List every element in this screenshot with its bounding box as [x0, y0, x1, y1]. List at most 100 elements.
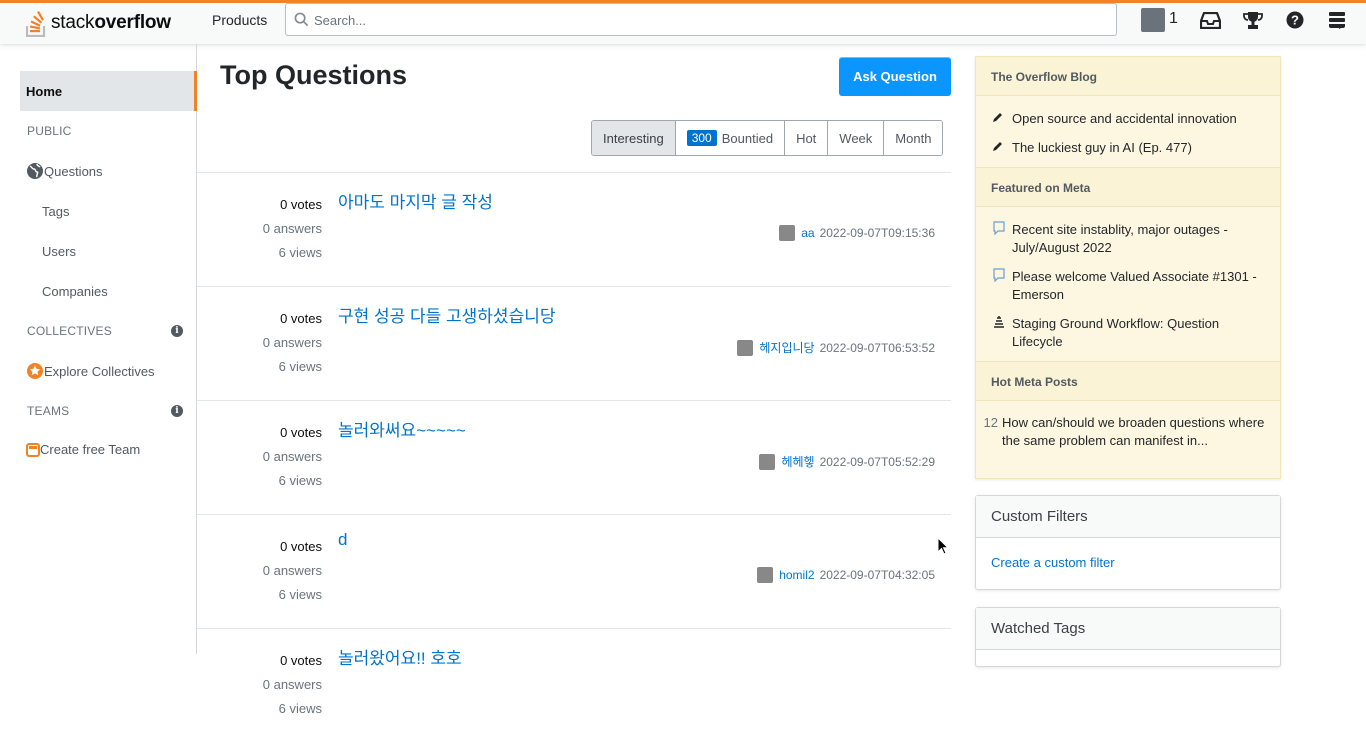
stack-exchange-meta-icon	[992, 315, 1012, 350]
question-stats: 0 votes 0 answers 6 views	[197, 649, 322, 721]
meta-item-link[interactable]: Staging Ground Workflow: Question Lifecy…	[1012, 315, 1267, 350]
nav-questions-label: Questions	[44, 163, 103, 179]
user-link[interactable]: homil2	[779, 568, 814, 582]
meta-item[interactable]: Staging Ground Workflow: Question Lifecy…	[992, 315, 1267, 350]
filter-month[interactable]: Month	[883, 121, 943, 155]
nav-explore-collectives-label: Explore Collectives	[44, 363, 155, 379]
question-filter-tabs: Interesting 300 Bountied Hot Week Month	[591, 120, 944, 156]
user-link[interactable]: 헤지입니당	[759, 339, 814, 356]
reputation-count[interactable]: 1	[1169, 10, 1178, 28]
teams-icon	[26, 442, 40, 457]
question-timestamp: 2022-09-07T04:32:05	[819, 568, 935, 582]
search-box[interactable]	[285, 3, 1117, 36]
question-timestamp: 2022-09-07T05:52:29	[819, 454, 935, 469]
meta-header: Featured on Meta	[976, 167, 1280, 207]
question-row: 0 votes 0 answers 6 views 구현 성공 다들 고생하셨습…	[197, 286, 951, 400]
help-icon[interactable]: ?	[1284, 9, 1306, 31]
blog-item-link[interactable]: The luckiest guy in AI (Ep. 477)	[1012, 139, 1192, 157]
filter-hot[interactable]: Hot	[784, 121, 828, 155]
hot-meta-link[interactable]: How can/should we broaden questions wher…	[1002, 414, 1267, 449]
nav-home[interactable]: Home	[20, 71, 197, 111]
vote-count: 0 votes	[280, 311, 322, 326]
globe-icon	[27, 163, 43, 179]
view-count: 6 views	[278, 473, 322, 488]
filter-bountied[interactable]: 300 Bountied	[674, 121, 785, 155]
inbox-icon[interactable]	[1199, 9, 1221, 31]
site-switcher-icon[interactable]	[1326, 9, 1348, 31]
meta-item[interactable]: Please welcome Valued Associate #1301 - …	[992, 268, 1267, 303]
view-count: 6 views	[278, 701, 322, 716]
bounty-count-badge: 300	[686, 130, 717, 146]
user-link[interactable]: 헤헤헿	[781, 453, 814, 470]
hot-meta-header: Hot Meta Posts	[976, 361, 1280, 401]
teams-info-icon[interactable]: i	[171, 405, 183, 417]
search-icon	[294, 12, 309, 27]
nav-create-team[interactable]: Create free Team	[26, 442, 140, 457]
question-title-link[interactable]: 구현 성공 다들 고생하셨습니당	[338, 302, 556, 327]
blog-item[interactable]: Open source and accidental innovation	[992, 110, 1267, 128]
question-meta: 헤지입니당 2022-09-07T06:53:52	[737, 339, 935, 356]
meta-item[interactable]: Recent site instablity, major outages - …	[992, 221, 1267, 256]
nav-users[interactable]: Users	[42, 244, 76, 259]
nav-create-team-label: Create free Team	[40, 442, 141, 457]
ask-question-button[interactable]: Ask Question	[839, 57, 951, 96]
question-timestamp: 2022-09-07T06:53:52	[819, 340, 935, 355]
vote-count: 0 votes	[280, 425, 322, 440]
create-custom-filter-link[interactable]: Create a custom filter	[991, 555, 1115, 570]
nav-tags[interactable]: Tags	[42, 204, 69, 219]
answer-count: 0 answers	[262, 449, 322, 464]
custom-filters-title: Custom Filters	[976, 496, 1280, 538]
user-avatar[interactable]	[759, 453, 776, 470]
page-title: Top Questions	[220, 60, 407, 90]
watched-tags-title: Watched Tags	[976, 608, 1280, 650]
question-title-link[interactable]: 아마도 마지막 글 작성	[338, 188, 493, 213]
meta-item-link[interactable]: Please welcome Valued Associate #1301 - …	[1012, 268, 1267, 303]
question-meta: aa 2022-09-07T09:15:36	[779, 225, 935, 241]
blog-sidebar-widget: The Overflow Blog Open source and accide…	[975, 56, 1281, 479]
hot-meta-item[interactable]: 12 How can/should we broaden questions w…	[978, 414, 1267, 449]
blog-item[interactable]: The luckiest guy in AI (Ep. 477)	[992, 139, 1267, 157]
view-count: 6 views	[278, 359, 322, 374]
answer-count: 0 answers	[262, 221, 322, 236]
stackoverflow-logo-icon	[26, 11, 46, 37]
collectives-info-icon[interactable]: i	[171, 325, 183, 337]
comment-icon	[992, 221, 1012, 256]
filter-week[interactable]: Week	[827, 121, 884, 155]
collectives-section-label: COLLECTIVES	[27, 324, 112, 338]
question-title-link[interactable]: d	[338, 530, 347, 550]
user-avatar[interactable]	[1141, 8, 1165, 32]
question-title-link[interactable]: 놀러와써요~~~~~	[338, 416, 466, 441]
search-input[interactable]	[314, 9, 1094, 31]
custom-filters-widget: Custom Filters Create a custom filter	[975, 495, 1281, 590]
stackoverflow-logo[interactable]: stackoverflow	[26, 5, 171, 41]
achievements-icon[interactable]	[1242, 9, 1264, 31]
answer-count: 0 answers	[262, 563, 322, 578]
filter-interesting[interactable]: Interesting	[592, 121, 675, 155]
question-stats: 0 votes 0 answers 6 views	[197, 193, 322, 265]
user-avatar[interactable]	[779, 225, 796, 241]
meta-item-link[interactable]: Recent site instablity, major outages - …	[1012, 221, 1267, 256]
user-avatar[interactable]	[757, 567, 774, 583]
nav-questions[interactable]: Questions	[26, 162, 103, 180]
question-title-link[interactable]: 놀러왔어요!! 호호	[338, 644, 462, 669]
hot-meta-answer-count: 12	[983, 415, 998, 430]
logo-text: stackoverflow	[51, 12, 171, 33]
products-link[interactable]: Products	[212, 9, 267, 31]
left-sidebar: Home PUBLIC Questions Tags Users Compani…	[0, 44, 197, 654]
collectives-star-icon	[27, 363, 43, 379]
question-meta: homil2 2022-09-07T04:32:05	[757, 567, 935, 583]
watched-tags-widget: Watched Tags	[975, 607, 1281, 667]
question-list: 0 votes 0 answers 6 views 아마도 마지막 글 작성 a…	[197, 172, 951, 742]
blog-item-link[interactable]: Open source and accidental innovation	[1012, 110, 1237, 128]
pencil-icon	[992, 110, 1012, 128]
question-row: 0 votes 0 answers 6 views 놀러왔어요!! 호호	[197, 628, 951, 742]
nav-companies[interactable]: Companies	[42, 284, 108, 299]
nav-explore-collectives[interactable]: Explore Collectives	[26, 362, 155, 380]
user-link[interactable]: aa	[801, 226, 814, 240]
view-count: 6 views	[278, 587, 322, 602]
question-stats: 0 votes 0 answers 6 views	[197, 307, 322, 379]
svg-text:?: ?	[1291, 13, 1299, 28]
vote-count: 0 votes	[280, 197, 322, 212]
user-avatar[interactable]	[737, 339, 754, 356]
question-row: 0 votes 0 answers 6 views 놀러와써요~~~~~ 헤헤헿…	[197, 400, 951, 514]
